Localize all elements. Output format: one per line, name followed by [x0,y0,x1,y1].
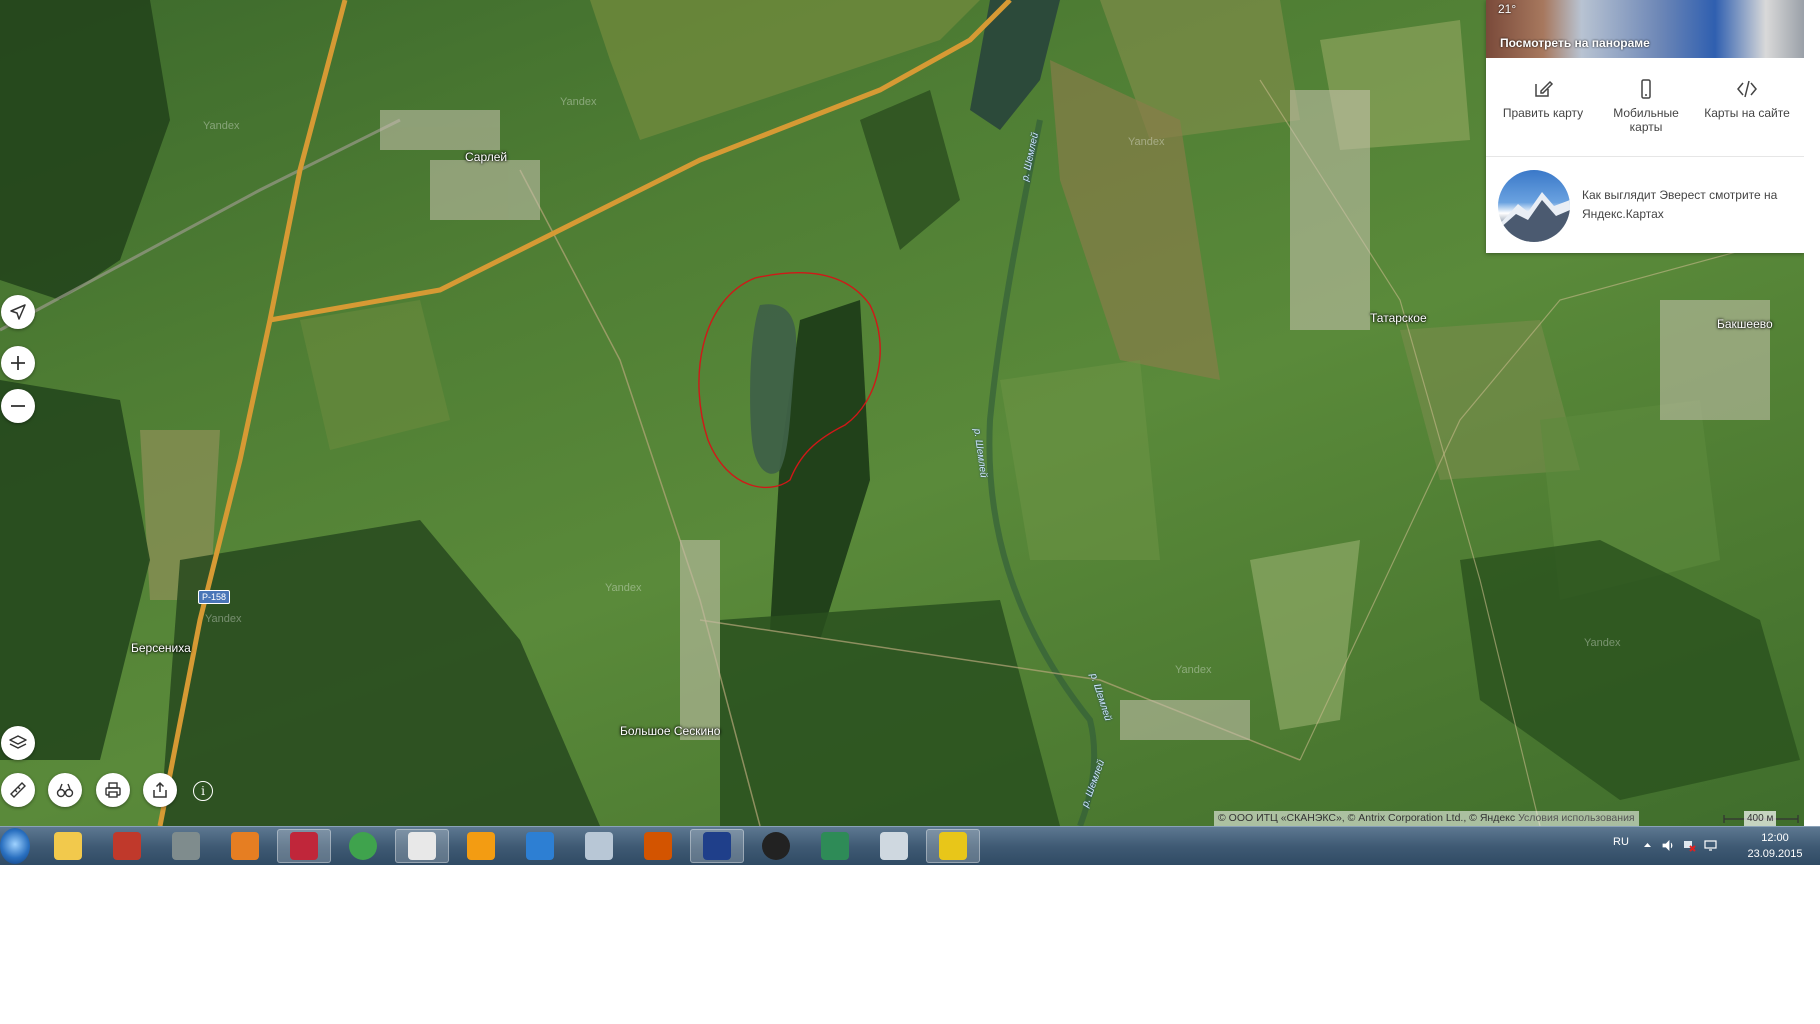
pdf-reader-icon [113,832,141,860]
binoculars-icon [56,783,74,798]
yandex-browser-icon [408,832,436,860]
place-sarley[interactable]: Сарлей [465,150,507,164]
yandex-watermark: Yandex [560,96,597,108]
language-indicator[interactable]: RU [1613,836,1629,848]
taskbar: RU 12:00 23.09.2015 [0,826,1820,865]
yandex-watermark: Yandex [1584,637,1621,649]
clock-date[interactable]: 23.09.2015 [1740,848,1810,860]
ccleaner-icon [644,832,672,860]
yandex-watermark: Yandex [1128,136,1165,148]
ruler-button[interactable] [1,773,35,807]
road-shield: Р-158 [198,590,231,604]
yandex-watermark: Yandex [605,582,642,594]
taskbar-app-vlc[interactable] [454,829,508,863]
mobile-icon [1641,79,1651,99]
place-berseniha[interactable]: Берсениха [131,641,191,655]
zoom-in-button[interactable] [1,346,35,380]
taskbar-app-money[interactable] [808,829,862,863]
plus-icon [11,356,25,370]
clock-time[interactable]: 12:00 [1740,832,1810,844]
share-icon [153,781,167,798]
print-button[interactable] [96,773,130,807]
scanner-icon [172,832,200,860]
mobile-maps-tool[interactable]: Мобильные карты [1598,78,1694,134]
calculator-icon [585,832,613,860]
minus-icon [11,405,25,407]
taskbar-app-huawei[interactable] [277,829,331,863]
promo-text[interactable]: Как выглядит Эверест смотрите на Яндекс.… [1582,186,1792,224]
layers-icon [9,735,27,749]
copyright-text: © ООО ИТЦ «СКАНЭКС», © Antrix Corporatio… [1218,812,1516,824]
share-button[interactable] [143,773,177,807]
thunder-icon [526,832,554,860]
window-edge [1804,0,1820,826]
geolocation-button[interactable] [1,295,35,329]
satellite-map[interactable]: Сарлей Татарское Бакшеево Берсениха Боль… [0,0,1820,826]
yandex-watermark: Yandex [205,613,242,625]
edit-map-tool[interactable]: Править карту [1495,78,1591,120]
place-tatarskoe[interactable]: Татарское [1370,311,1427,325]
site-maps-label: Карты на сайте [1704,106,1790,120]
floppy-icon [703,832,731,860]
panorama-label[interactable]: Посмотреть на панораме [1500,36,1650,50]
info-icon[interactable]: i [193,781,213,801]
code-icon [1737,80,1757,98]
taskbar-app-thunder[interactable] [513,829,567,863]
panorama-preview[interactable]: 21° Посмотреть на панораме [1486,0,1804,58]
network-warning-icon[interactable] [1683,839,1696,852]
taskbar-app-explorer[interactable] [41,829,95,863]
taskbar-app-scanner[interactable] [159,829,213,863]
pdf-tool-icon [939,832,967,860]
taskbar-app-aimp[interactable] [749,829,803,863]
taskbar-app-pdf-reader[interactable] [100,829,154,863]
taskbar-app-yandex-browser[interactable] [395,829,449,863]
everest-thumbnail[interactable] [1498,170,1570,242]
copyright-bar: © ООО ИТЦ «СКАНЭКС», © Antrix Corporatio… [1214,811,1639,826]
print-icon [105,782,121,798]
aimp-icon [762,832,790,860]
vlc-icon [467,832,495,860]
edit-map-label: Править карту [1502,106,1584,120]
volume-icon[interactable] [1662,839,1675,852]
layers-button[interactable] [1,726,35,760]
tray-arrow-icon[interactable] [1641,839,1654,852]
start-button[interactable] [0,828,30,864]
taskbar-app-floppy[interactable] [690,829,744,863]
place-bolshoe-seskino[interactable]: Большое Сескино [620,724,720,738]
place-bakusheevo[interactable]: Бакшеево [1717,317,1773,331]
zoom-out-button[interactable] [1,389,35,423]
disc-icon [880,832,908,860]
scale-bar: 400 м [1722,811,1800,826]
explorer-icon [54,832,82,860]
terms-link[interactable]: Условия использования [1518,812,1635,824]
edit-icon [1535,80,1554,97]
ruler-icon [10,782,26,798]
panel-divider [1486,156,1804,157]
scale-label: 400 м [1744,811,1777,826]
screen: Сарлей Татарское Бакшеево Берсениха Боль… [0,0,1820,865]
panorama-button[interactable] [48,773,82,807]
taskbar-app-calculator[interactable] [572,829,626,863]
paint-icon [231,832,259,860]
site-maps-tool[interactable]: Карты на сайте [1699,78,1795,120]
yandex-watermark: Yandex [203,120,240,132]
taskbar-app-utorrent[interactable] [336,829,390,863]
taskbar-app-ccleaner[interactable] [631,829,685,863]
display-icon[interactable] [1704,839,1717,852]
weather-text: 21° [1498,2,1517,16]
taskbar-app-pdf-tool[interactable] [926,829,980,863]
side-panel: 21° Посмотреть на панораме Править карту… [1486,0,1804,253]
utorrent-icon [349,832,377,860]
money-icon [821,832,849,860]
yandex-watermark: Yandex [1175,664,1212,676]
locate-icon [10,304,26,320]
taskbar-app-disc[interactable] [867,829,921,863]
mobile-maps-label: Мобильные карты [1613,106,1679,134]
huawei-icon [290,832,318,860]
taskbar-app-paint[interactable] [218,829,272,863]
